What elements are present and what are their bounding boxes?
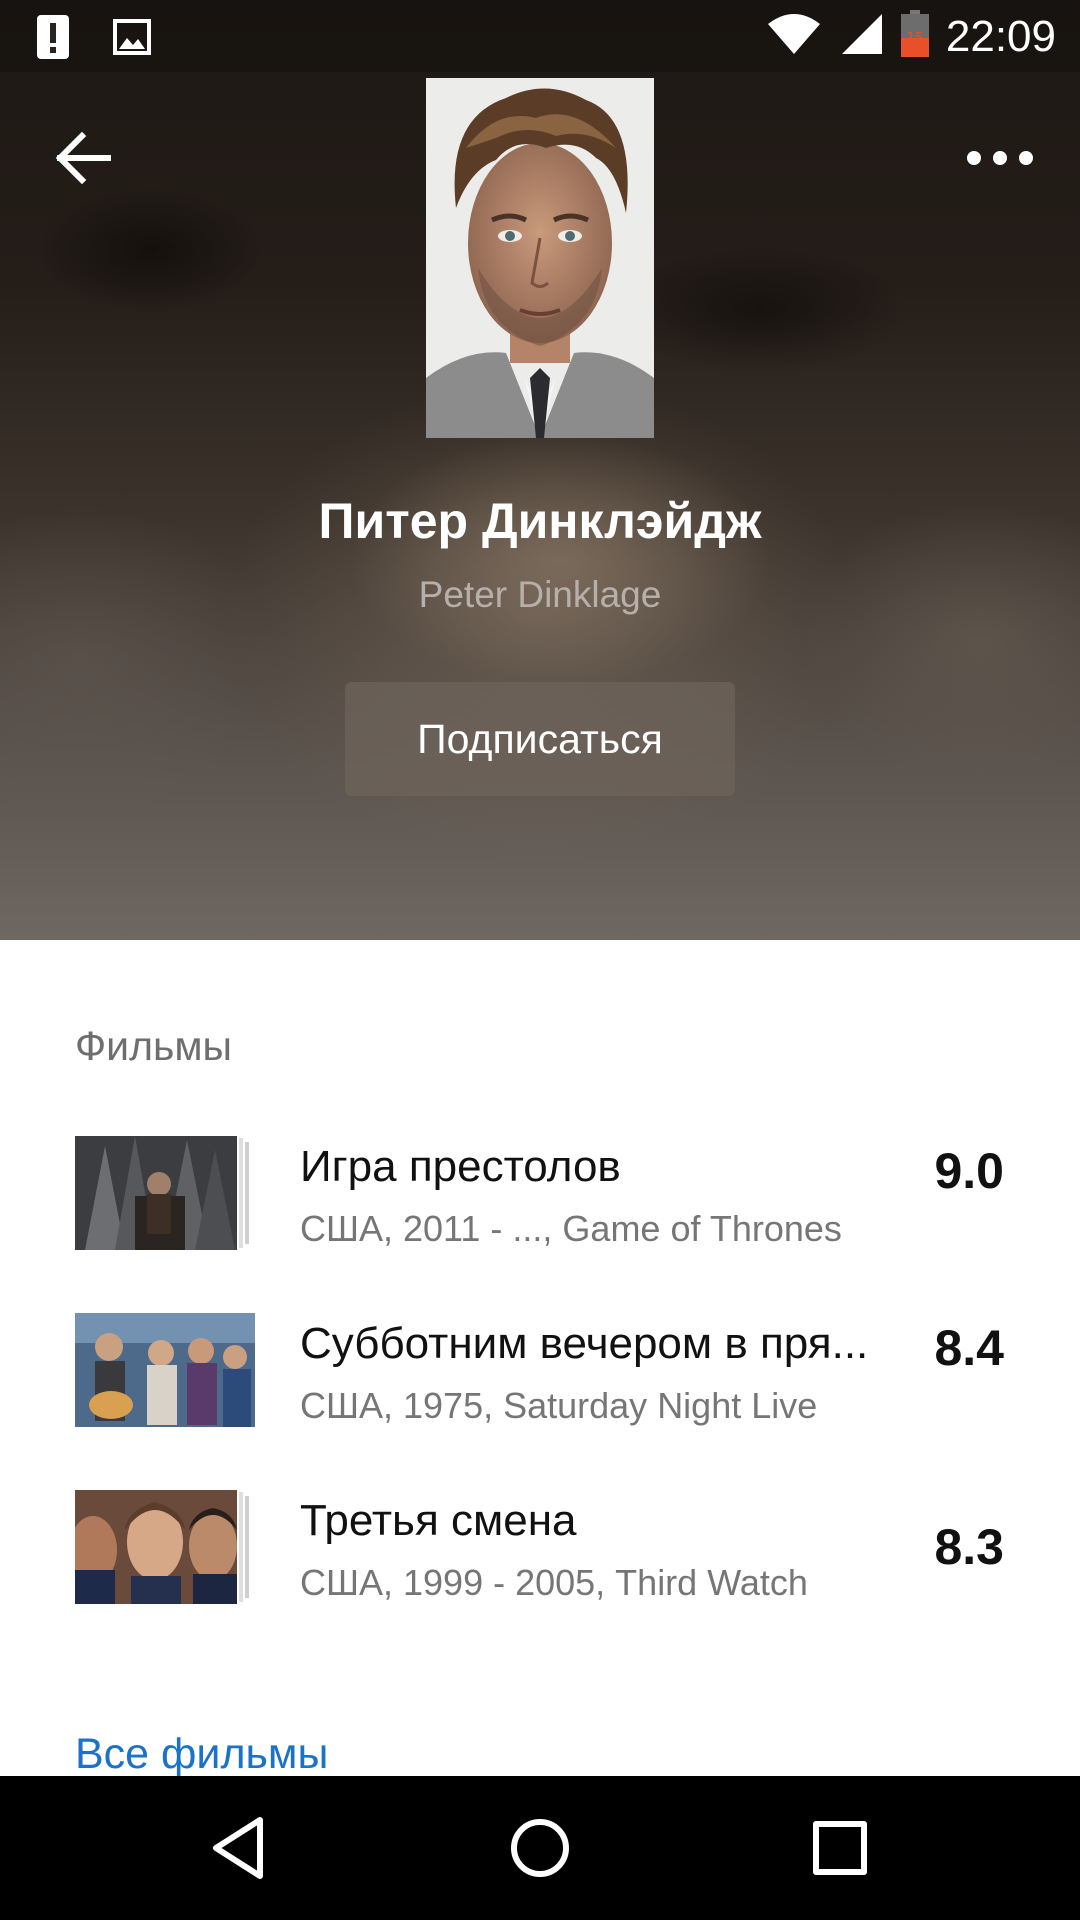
nav-back-button[interactable]	[200, 1808, 280, 1888]
person-original-name: Peter Dinklage	[418, 574, 662, 615]
person-photo	[426, 78, 654, 438]
film-poster	[75, 1313, 255, 1427]
subscribe-button[interactable]: Подписаться	[345, 682, 735, 796]
home-circle-icon	[511, 1819, 569, 1877]
film-meta: США, 2011 - ..., Game of Thrones	[300, 1208, 842, 1249]
film-title: Субботним вечером в пря...	[300, 1319, 869, 1368]
film-title: Третья смена	[300, 1496, 577, 1545]
signal-icon	[838, 12, 884, 61]
film-meta: США, 1999 - 2005, Third Watch	[300, 1562, 808, 1603]
films-section-title: Фильмы	[75, 1023, 233, 1069]
film-poster	[75, 1136, 255, 1250]
all-films-link[interactable]: Все фильмы	[75, 1730, 328, 1779]
arrow-left-icon	[55, 131, 111, 185]
more-options-button[interactable]	[960, 140, 1040, 176]
recents-square-icon	[813, 1821, 867, 1875]
nav-home-button[interactable]	[500, 1808, 580, 1888]
back-triangle-icon	[213, 1817, 263, 1879]
system-navigation-bar	[0, 1776, 1080, 1920]
image-icon	[112, 18, 152, 61]
person-name: Питер Динклэйдж	[318, 493, 762, 549]
svg-text:15: 15	[907, 31, 924, 46]
film-title: Игра престолов	[300, 1142, 621, 1191]
profile-hero: 15 22:09 Питер Динклэйдж Peter Dinklage …	[0, 0, 1080, 940]
more-horizontal-icon	[967, 151, 1033, 165]
film-meta: США, 1975, Saturday Night Live	[300, 1385, 818, 1426]
status-bar-left	[36, 14, 152, 65]
status-bar-right: 15 22:09	[766, 10, 1056, 63]
film-rating: 8.3	[934, 1519, 1004, 1575]
alert-icon	[36, 14, 70, 65]
film-item-game-of-thrones[interactable]: Игра престолов США, 2011 - ..., Game of …	[0, 1136, 1080, 1286]
nav-recents-button[interactable]	[800, 1808, 880, 1888]
status-time: 22:09	[945, 11, 1056, 61]
film-rating: 9.0	[934, 1143, 1004, 1199]
battery-icon: 15	[900, 10, 930, 63]
film-item-third-watch[interactable]: Третья смена США, 1999 - 2005, Third Wat…	[0, 1490, 1080, 1640]
wifi-icon	[766, 12, 822, 61]
back-button[interactable]	[52, 130, 116, 186]
status-bar: 15 22:09	[0, 0, 1080, 72]
film-item-saturday-night-live[interactable]: Субботним вечером в пря... США, 1975, Sa…	[0, 1313, 1080, 1463]
film-poster	[69, 1490, 255, 1604]
film-rating: 8.4	[934, 1320, 1004, 1376]
